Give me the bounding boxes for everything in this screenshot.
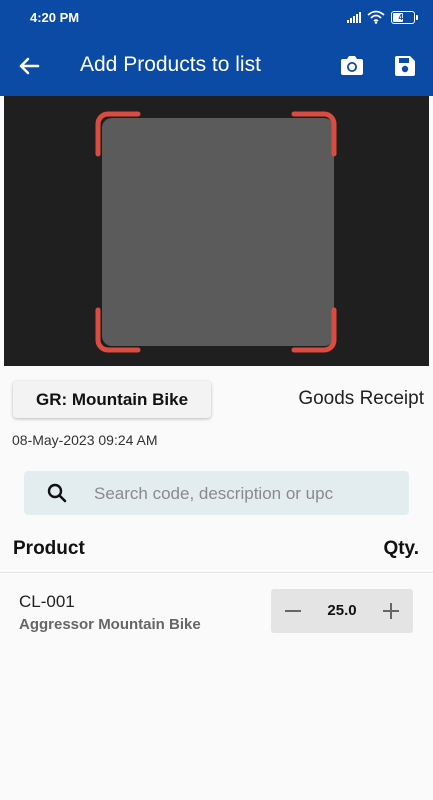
save-icon bbox=[395, 56, 415, 76]
document-type: Goods Receipt bbox=[298, 388, 424, 409]
column-header-product: Product bbox=[13, 538, 85, 559]
back-button[interactable] bbox=[14, 51, 44, 81]
status-time: 4:20 PM bbox=[30, 10, 80, 25]
camera-button[interactable] bbox=[338, 52, 366, 80]
quantity-stepper: 25.0 bbox=[271, 589, 413, 633]
product-code: CL-001 bbox=[19, 592, 75, 611]
column-header-qty: Qty. bbox=[383, 538, 419, 559]
battery-icon: 49 bbox=[391, 10, 418, 24]
plus-icon bbox=[383, 603, 399, 619]
table-row[interactable]: CL-001 Aggressor Mountain Bike 25.0 bbox=[0, 573, 433, 645]
page-title: Add Products to list bbox=[80, 53, 261, 76]
back-arrow-icon bbox=[19, 57, 40, 75]
document-date: 08-May-2023 09:24 AM bbox=[12, 432, 158, 448]
search-icon bbox=[47, 483, 67, 503]
wifi-icon bbox=[367, 10, 385, 24]
save-button[interactable] bbox=[391, 52, 419, 80]
camera-icon bbox=[341, 56, 363, 75]
signal-icon bbox=[347, 11, 361, 23]
scan-frame bbox=[95, 111, 337, 353]
document-name-button[interactable]: GR: Mountain Bike bbox=[13, 381, 211, 418]
search-input[interactable] bbox=[92, 471, 401, 517]
search-box[interactable] bbox=[24, 471, 409, 517]
product-description: Aggressor Mountain Bike bbox=[19, 616, 201, 633]
app-bar: Add Products to list bbox=[0, 36, 433, 96]
quantity-value[interactable]: 25.0 bbox=[315, 589, 369, 633]
increment-button[interactable] bbox=[369, 589, 413, 633]
camera-preview[interactable] bbox=[4, 96, 429, 366]
battery-level: 49 bbox=[398, 12, 408, 22]
minus-icon bbox=[285, 610, 301, 612]
status-icons: 49 bbox=[347, 10, 418, 24]
decrement-button[interactable] bbox=[271, 589, 315, 633]
status-bar: 4:20 PM 49 bbox=[0, 0, 433, 36]
empty-list-area bbox=[0, 645, 433, 800]
